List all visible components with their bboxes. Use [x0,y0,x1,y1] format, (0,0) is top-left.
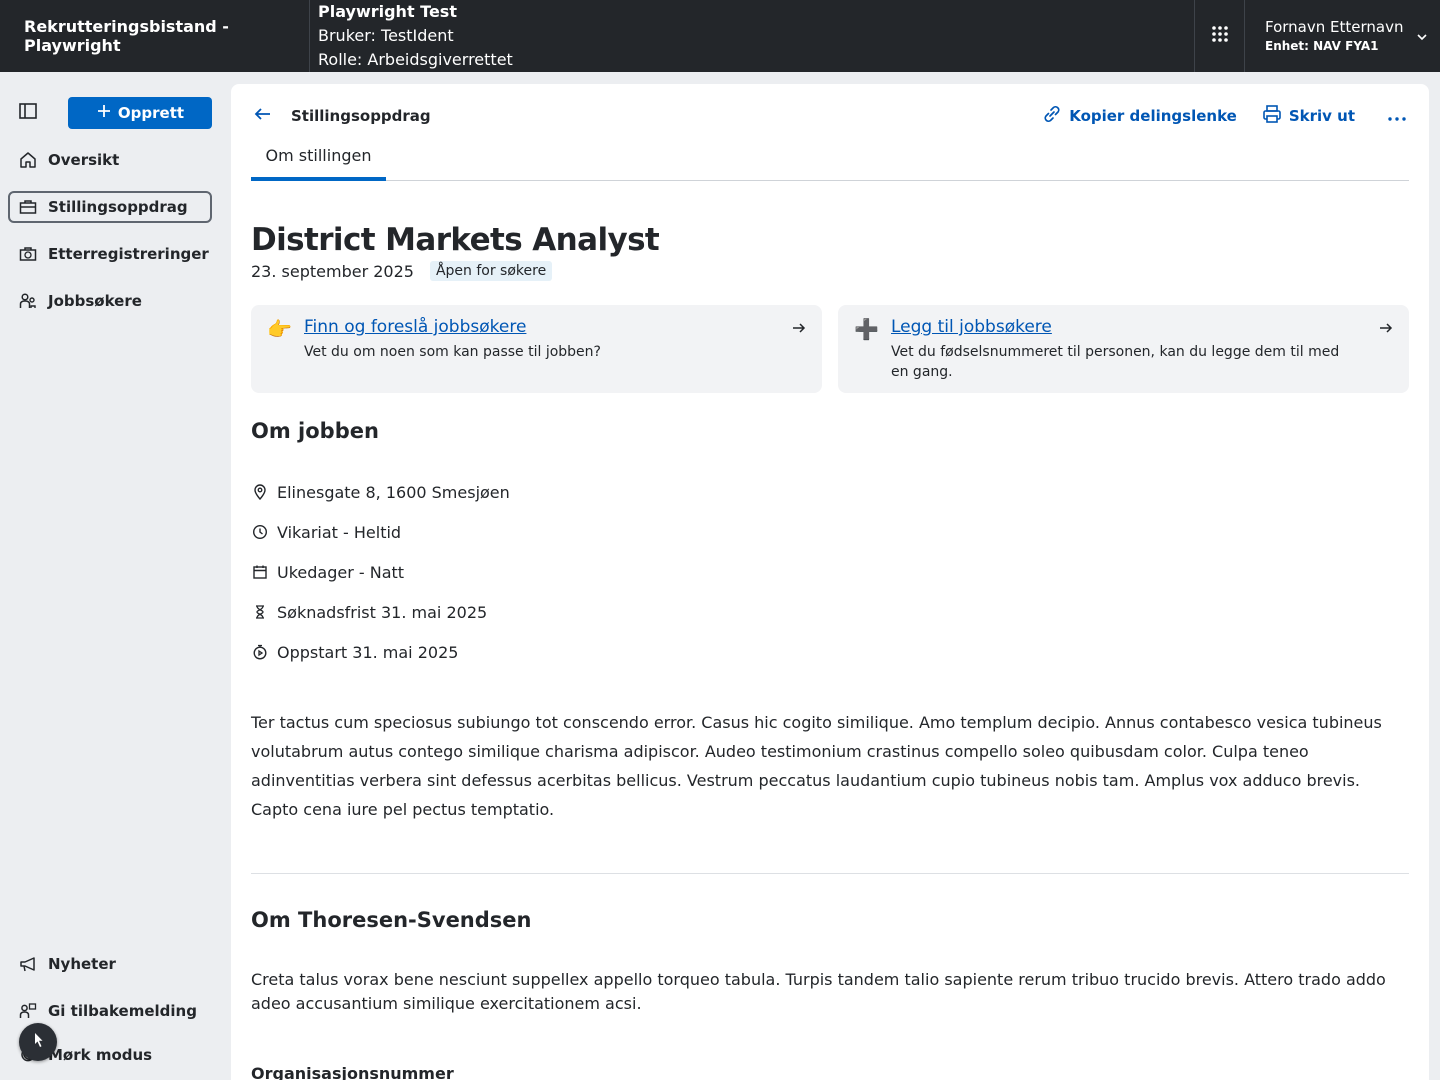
sidebar-item-etterregistreringer[interactable]: Etterregistreringer [8,238,212,270]
top-header: Rekrutteringsbistand - Playwright Playwr… [0,0,1440,72]
copy-link-button[interactable]: Kopier delingslenke [1041,103,1237,129]
sidebar-item-jobbsokere[interactable]: Jobbsøkere [8,285,212,317]
add-candidates-description: Vet du fødselsnummeret til personen, kan… [891,344,1340,380]
sidebar-panel-icon [18,101,38,125]
sidebar-item-label: Gi tilbakemelding [48,1002,197,1020]
megaphone-icon [18,954,38,974]
user-unit: Enhet: NAV FYA1 [1265,39,1379,53]
environment-role: Rolle: Arbeidsgiverrettet [318,50,513,69]
environment-user: Bruker: TestIdent [318,26,454,45]
floating-action-button[interactable] [19,1023,57,1061]
house-icon [18,150,38,170]
fact-schedule: Ukedager - Natt [251,560,404,584]
job-meta: 23. september 2025 Åpen for søkere [251,261,553,281]
link-icon [1041,103,1063,129]
app-title[interactable]: Rekrutteringsbistand - Playwright [0,0,310,72]
hourglass-icon [251,603,269,621]
calendar-icon [251,563,269,581]
org-number-label: Organisasjonsnummer [251,1064,454,1080]
clock-icon [251,523,269,541]
grid-icon [1211,25,1229,47]
printer-icon [1261,103,1283,129]
briefcase-icon [18,197,38,217]
about-employer-heading: Om Thoresen-Svendsen [251,908,532,932]
user-name: Fornavn Etternavn [1265,18,1404,36]
cursor-icon [31,1032,45,1052]
feedback-icon [18,1001,38,1021]
apps-menu-button[interactable] [1194,0,1244,72]
plus-icon [96,103,112,123]
sidebar-item-label: Oversikt [48,151,120,169]
sidebar-toggle-button[interactable] [8,96,48,130]
copy-link-label: Kopier delingslenke [1069,107,1237,125]
ellipsis-icon [1387,107,1407,126]
user-menu[interactable]: Fornavn Etternavn Enhet: NAV FYA1 [1244,0,1440,72]
sidebar-item-oversikt[interactable]: Oversikt [8,144,212,176]
breadcrumb[interactable]: Stillingsoppdrag [291,107,431,125]
fact-text: Søknadsfrist 31. mai 2025 [277,602,488,622]
published-date: 23. september 2025 [251,261,414,281]
fact-employment: Vikariat - Heltid [251,520,401,544]
page-title: District Markets Analyst [251,222,660,258]
section-divider [251,873,1409,874]
people-icon [18,291,38,311]
sidebar-item-label: Stillingsoppdrag [48,198,188,216]
environment-title: Playwright Test [318,2,457,21]
toolbar-actions: Kopier delingslenke Skriv ut [1017,103,1409,129]
fact-text: Ukedager - Natt [277,562,405,582]
fact-text: Vikariat - Heltid [277,522,402,542]
fact-location: Elinesgate 8, 1600 Smesjøen [251,480,510,504]
location-pin-icon [251,483,269,501]
status-badge: Åpen for søkere [429,261,553,281]
create-button-label: Opprett [117,104,185,122]
arrow-right-icon [792,321,806,339]
page-toolbar: Stillingsoppdrag Kopier delingslenke Skr… [251,100,1409,132]
sidebar-top: Opprett [8,96,218,130]
back-button[interactable] [251,104,275,128]
sidebar-item-nyheter[interactable]: Nyheter [8,948,212,980]
sidebar-item-stillingsoppdrag[interactable]: Stillingsoppdrag [8,191,212,223]
main-panel: Stillingsoppdrag Kopier delingslenke Skr… [231,84,1429,1080]
sidebar-item-label: Jobbsøkere [48,292,142,310]
sidebar-item-label: Nyheter [48,955,116,973]
stopwatch-icon [251,643,269,661]
create-button[interactable]: Opprett [68,97,212,129]
sidebar: Opprett Oversikt Stillingsoppdrag Etterr… [0,72,231,1080]
tab-om-stillingen[interactable]: Om stillingen [251,140,386,181]
fact-text: Oppstart 31. mai 2025 [277,642,459,662]
pointing-hand-icon: 👉 [267,317,292,341]
add-candidates-card[interactable]: ➕ Legg til jobbsøkere Vet du fødselsnumm… [838,305,1409,393]
arrow-left-icon [253,104,273,128]
employer-description: Creta talus vorax bene nesciunt suppelle… [251,970,1386,1013]
job-description: Ter tactus cum speciosus subiungo tot co… [251,713,1382,819]
print-label: Skriv ut [1288,107,1355,125]
add-candidates-link[interactable]: Legg til jobbsøkere [891,317,1052,337]
chevron-down-icon [1416,28,1428,47]
find-candidates-card[interactable]: 👉 Finn og foreslå jobbsøkere Vet du om n… [251,305,822,393]
sidebar-item-label: Mørk modus [48,1046,153,1064]
plus-emoji-icon: ➕ [854,317,879,341]
fact-text: Elinesgate 8, 1600 Smesjøen [277,482,510,502]
briefcase-clock-icon [18,244,38,264]
print-button[interactable]: Skriv ut [1261,103,1355,129]
fact-start: Oppstart 31. mai 2025 [251,640,458,664]
about-job-heading: Om jobben [251,419,379,443]
find-candidates-description: Vet du om noen som kan passe til jobben? [304,344,601,360]
more-options-button[interactable] [1385,107,1409,126]
fact-deadline: Søknadsfrist 31. mai 2025 [251,600,487,624]
sidebar-item-label: Etterregistreringer [48,245,209,263]
arrow-right-icon [1379,321,1393,339]
tab-bar: Om stillingen [251,140,1409,181]
find-candidates-link[interactable]: Finn og foreslå jobbsøkere [304,317,526,337]
environment-info: Playwright Test Bruker: TestIdent Rolle:… [310,0,1194,72]
